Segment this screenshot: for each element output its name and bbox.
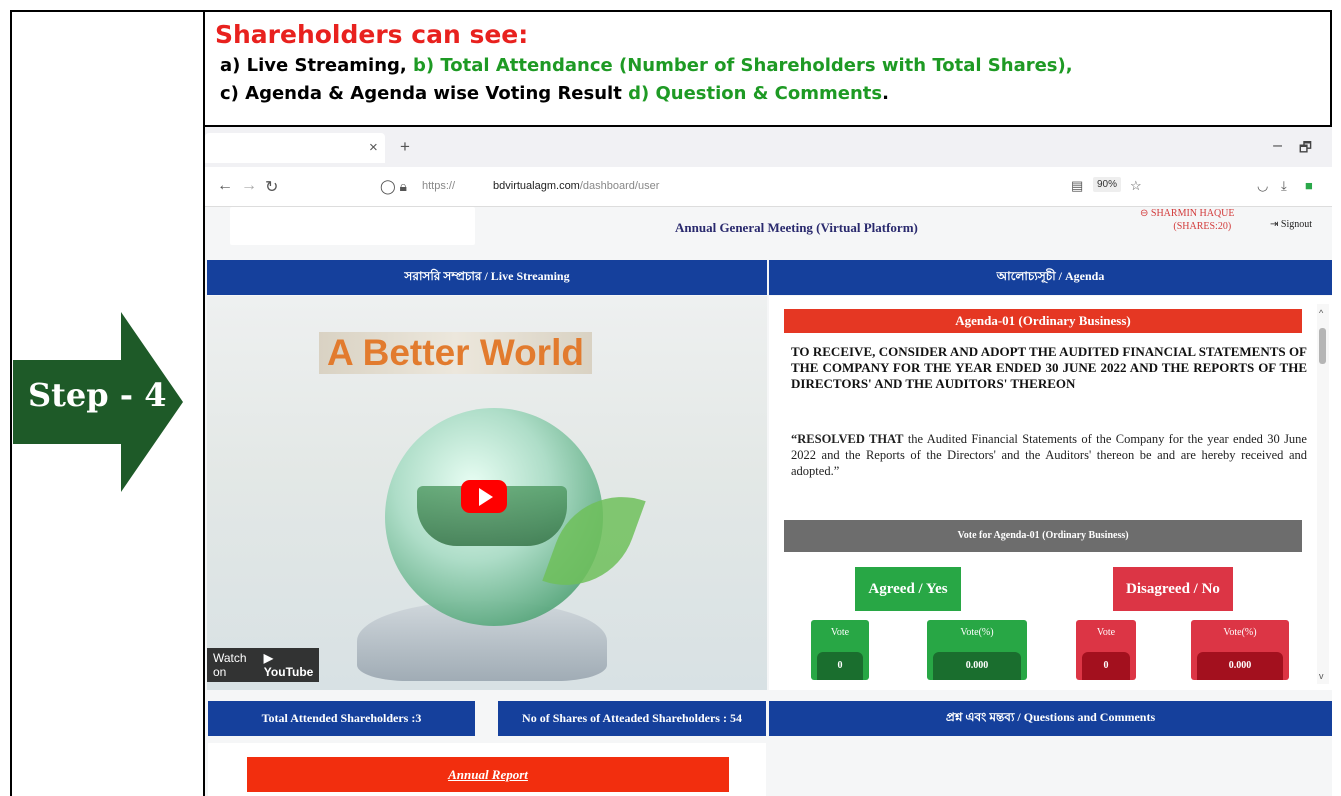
- agenda-scroll-thumb[interactable]: [1319, 328, 1326, 364]
- scroll-down-icon[interactable]: v: [1319, 671, 1324, 681]
- no-vote-count: Vote 0: [1076, 620, 1136, 680]
- watch-on-label: Watch on: [213, 651, 247, 679]
- forward-icon[interactable]: →: [241, 177, 257, 195]
- url-host: bdvirtualagm.com: [493, 180, 580, 192]
- item-total-attendance: b) Total Attendance (Number of Sharehold…: [406, 55, 1073, 76]
- video-player[interactable]: A Better World Watch on ▶ YouTube: [207, 296, 767, 690]
- zoom-indicator[interactable]: 90%: [1093, 177, 1122, 192]
- questions-comments-header: প্রশ্ন এবং মন্তব্য / Questions and Comme…: [769, 701, 1332, 736]
- reload-icon[interactable]: ↻: [265, 177, 278, 197]
- total-attended-shareholders: Total Attended Shareholders :3: [208, 701, 475, 736]
- item-questions-comments: d) Question & Comments: [621, 83, 883, 104]
- new-tab-icon[interactable]: +: [400, 137, 410, 157]
- agenda-panel: Agenda-01 (Ordinary Business) TO RECEIVE…: [769, 296, 1332, 690]
- agenda-resolution-text: “RESOLVED THAT the Audited Financial Sta…: [791, 431, 1307, 479]
- signout-icon: ⇥: [1270, 219, 1281, 230]
- instruction-line-1: a) Live Streaming, b) Total Attendance (…: [215, 52, 1325, 80]
- watch-on-youtube-link[interactable]: Watch on ▶ YouTube: [207, 648, 319, 682]
- restore-icon[interactable]: 🗗: [1299, 137, 1312, 161]
- item-live-streaming: a) Live Streaming,: [220, 55, 407, 76]
- nav-bar: ← → ↻ ◯ 🔒︎ https:// bdvirtualagm.com/dash…: [205, 167, 1332, 207]
- no-vote-percent: Vote(%) 0.000: [1191, 620, 1289, 680]
- item-agenda-voting: c) Agenda & Agenda wise Voting Result: [220, 83, 622, 104]
- page-title: Annual General Meeting (Virtual Platform…: [675, 220, 918, 235]
- disagreed-no-button[interactable]: Disagreed / No: [1113, 567, 1233, 611]
- scroll-up-icon[interactable]: ^: [1319, 308, 1323, 318]
- total-shares-attended: No of Shares of Atteaded Shareholders : …: [498, 701, 766, 736]
- shield-lock-icon[interactable]: ◯ 🔒︎: [380, 178, 407, 195]
- resolved-label: “RESOLVED THAT: [791, 432, 904, 446]
- agreed-yes-button[interactable]: Agreed / Yes: [855, 567, 961, 611]
- annual-report-link[interactable]: Annual Report: [247, 757, 729, 792]
- browser-window: × + – 🗗 ← → ↻ ◯ 🔒︎ https:// bdvirtualagm.…: [205, 127, 1332, 796]
- user-name: ⊖ SHARMIN HAQUE: [1140, 208, 1235, 219]
- logo-placeholder: [230, 207, 475, 245]
- minimize-icon[interactable]: –: [1273, 137, 1282, 155]
- yes-vote-percent: Vote(%) 0.000: [927, 620, 1027, 680]
- play-icon: [479, 488, 493, 506]
- youtube-logo-icon: ▶ YouTube: [263, 651, 314, 679]
- pocket-icon[interactable]: ◡: [1257, 178, 1268, 194]
- page-content: Annual General Meeting (Virtual Platform…: [205, 207, 1332, 796]
- instruction-title: Shareholders can see:: [215, 20, 529, 49]
- bookmark-star-icon[interactable]: ☆: [1130, 178, 1142, 194]
- agenda-resolution-title: TO RECEIVE, CONSIDER AND ADOPT THE AUDIT…: [791, 344, 1307, 391]
- live-streaming-header: সরাসরি সম্প্রচার / Live Streaming: [207, 260, 767, 295]
- agenda-header: আলোচ্যসূচী / Agenda: [769, 260, 1332, 295]
- yes-vote-count: Vote 0: [811, 620, 869, 680]
- user-shares: (SHARES:20): [1173, 221, 1232, 232]
- back-icon[interactable]: ←: [217, 177, 233, 195]
- instruction-header: Shareholders can see: a) Live Streaming,…: [215, 18, 1325, 108]
- line-end-period: .: [882, 83, 889, 104]
- user-info[interactable]: ⊖ SHARMIN HAQUE (SHARES:20): [1140, 207, 1235, 233]
- instruction-line-2: c) Agenda & Agenda wise Voting Result d)…: [215, 80, 1325, 108]
- browser-tab[interactable]: ×: [205, 133, 385, 163]
- vote-heading: Vote for Agenda-01 (Ordinary Business): [784, 520, 1302, 552]
- extension-icon[interactable]: ■: [1305, 178, 1313, 193]
- tab-close-icon[interactable]: ×: [369, 139, 378, 156]
- download-icon[interactable]: ⤓: [1281, 178, 1287, 194]
- step-label: Step - 4: [28, 376, 167, 414]
- url-prefix: https://: [422, 180, 456, 192]
- tab-bar: × + – 🗗: [205, 127, 1332, 167]
- url-path: /dashboard/user: [579, 180, 660, 192]
- reader-icon[interactable]: ▤: [1071, 178, 1083, 194]
- address-bar[interactable]: https:// bdvirtualagm.com/dashboard/user: [422, 180, 659, 192]
- agenda-title: Agenda-01 (Ordinary Business): [784, 309, 1302, 333]
- video-title: A Better World: [319, 332, 592, 374]
- signout-button[interactable]: ⇥ Signout: [1270, 219, 1312, 230]
